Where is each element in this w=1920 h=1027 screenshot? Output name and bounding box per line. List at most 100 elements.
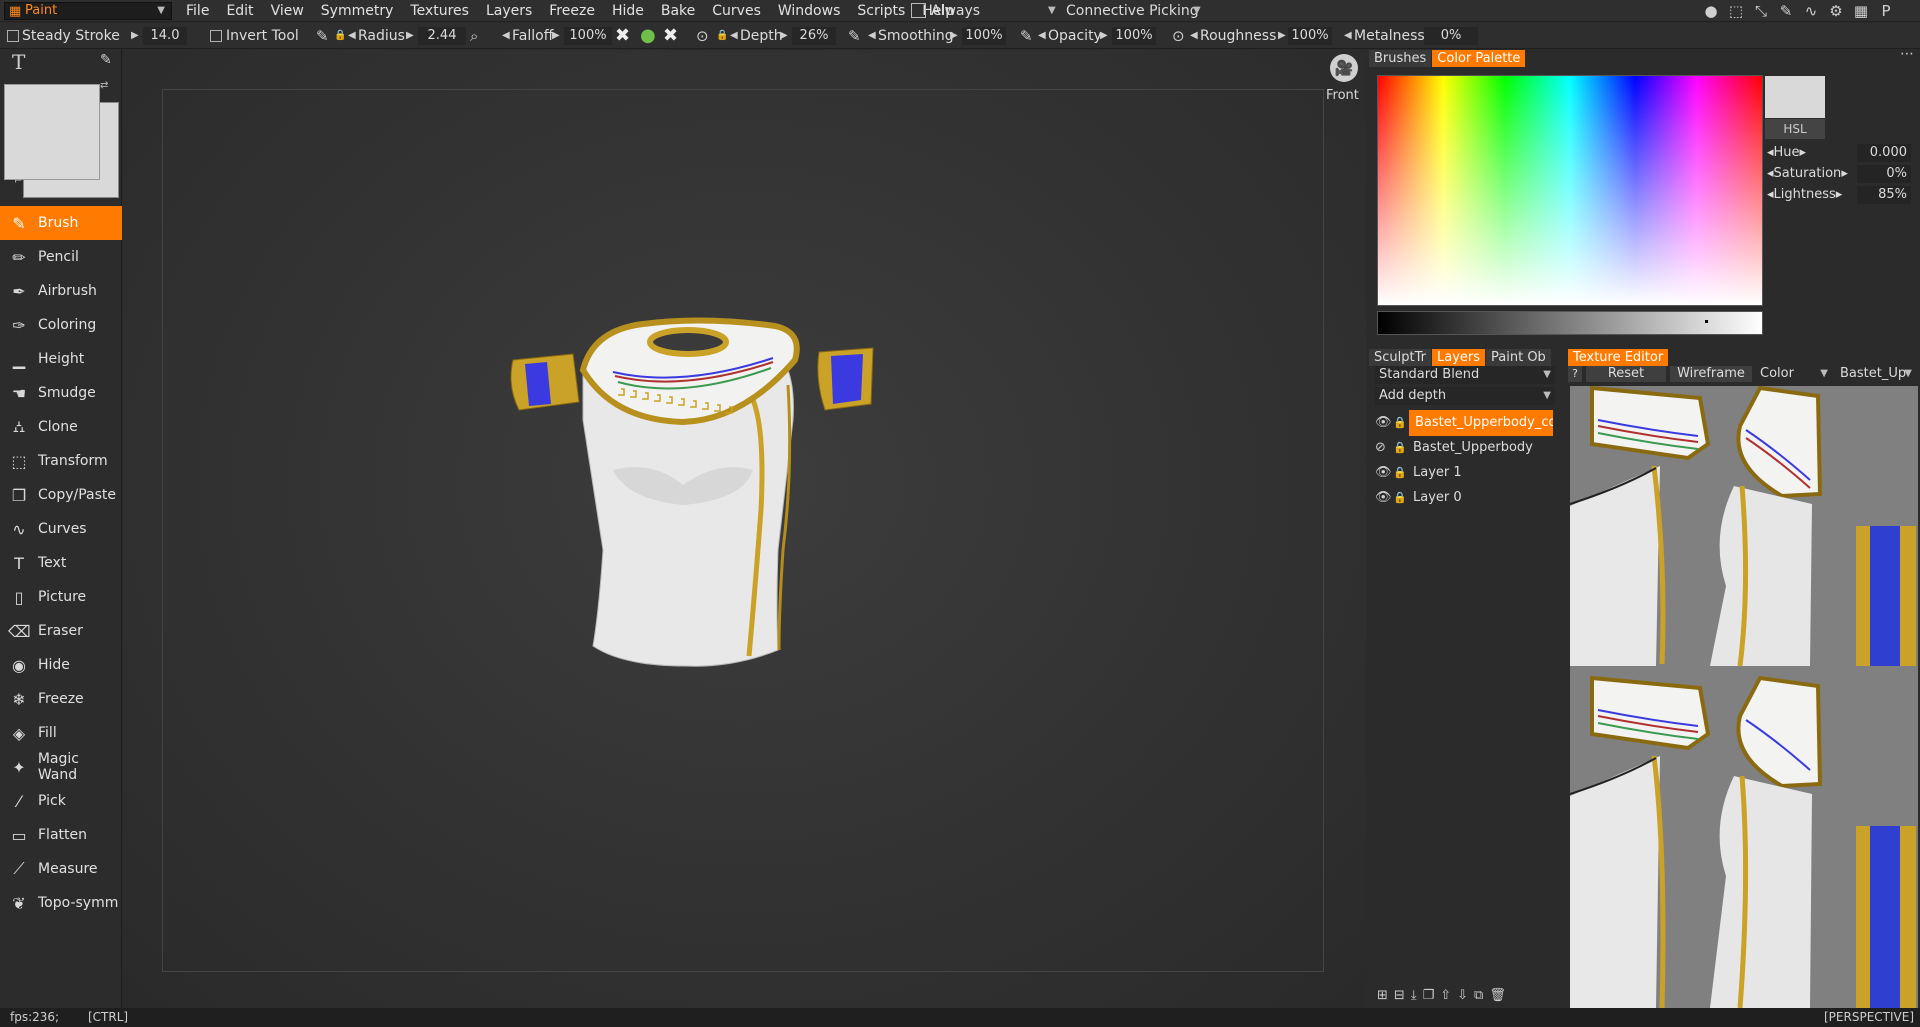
- invert-tool-checkbox[interactable]: [210, 30, 222, 42]
- texture-map-select[interactable]: Bastet_Up ▼: [1836, 366, 1916, 382]
- tab-layers[interactable]: Layers: [1431, 349, 1486, 366]
- arrow-left-icon[interactable]: ◀: [1038, 23, 1046, 49]
- frame-icon[interactable]: ⬚: [1725, 2, 1747, 20]
- tool-pick[interactable]: ⁄ Pick: [0, 784, 122, 818]
- tool-freeze[interactable]: ❄ Freeze: [0, 682, 122, 716]
- brush-tools-icon[interactable]: ✎: [1775, 2, 1797, 20]
- tool-flatten[interactable]: ▭ Flatten: [0, 818, 122, 852]
- merge-visible-icon[interactable]: ⧉: [1474, 988, 1489, 1003]
- hue-value[interactable]: 0.000: [1857, 144, 1911, 162]
- move-up-icon[interactable]: ⇧: [1440, 988, 1457, 1003]
- arrow-left-icon[interactable]: ◀: [1344, 23, 1352, 49]
- menu-windows[interactable]: Windows: [778, 0, 841, 22]
- arrow-left-icon[interactable]: ◀: [348, 23, 356, 49]
- menu-symmetry[interactable]: Symmetry: [321, 0, 394, 22]
- always-label[interactable]: Always: [931, 0, 980, 22]
- color-spectrum[interactable]: [1377, 75, 1763, 306]
- tool-pencil[interactable]: ✏ Pencil: [0, 240, 122, 274]
- menu-file[interactable]: File: [186, 0, 209, 22]
- tool-clone[interactable]: ⛼ Clone: [0, 410, 122, 444]
- tab-color-palette[interactable]: Color Palette: [1432, 50, 1526, 67]
- tool-measure[interactable]: ⟋ Measure: [0, 852, 122, 886]
- eye-icon[interactable]: 👁: [1375, 485, 1392, 511]
- opacity-value[interactable]: 100%: [1112, 27, 1156, 45]
- tab-texture-editor[interactable]: Texture Editor: [1568, 349, 1669, 366]
- arrow-right-icon[interactable]: ▶: [131, 23, 139, 49]
- sphere-icon[interactable]: ●: [1700, 2, 1722, 20]
- tool-height[interactable]: ▁ Height: [0, 342, 122, 376]
- tool-copy-paste[interactable]: ❐ Copy/Paste: [0, 478, 122, 512]
- green-circle-icon[interactable]: ●: [640, 23, 656, 49]
- curves-icon[interactable]: ∿: [1800, 2, 1822, 20]
- mode-select[interactable]: ▦ Paint ▼: [4, 2, 172, 20]
- tool-brush[interactable]: ✎ Brush: [0, 206, 122, 240]
- menu-edit[interactable]: Edit: [226, 0, 253, 22]
- gear-icon[interactable]: ⚙: [1825, 2, 1847, 20]
- arrow-left-icon[interactable]: ◀: [868, 23, 876, 49]
- lock-icon[interactable]: 🔒: [1393, 460, 1407, 486]
- camera-icon[interactable]: 🎥: [1330, 54, 1358, 82]
- close-icon[interactable]: ✖: [663, 23, 678, 49]
- tab-brushes[interactable]: Brushes: [1369, 50, 1432, 67]
- arrow-right-icon[interactable]: ▶: [950, 23, 958, 49]
- menu-view[interactable]: View: [271, 0, 304, 22]
- wireframe-button[interactable]: Wireframe: [1670, 366, 1752, 382]
- help-button[interactable]: ?: [1568, 366, 1582, 382]
- tool-coloring[interactable]: ✑ Coloring: [0, 308, 122, 342]
- tool-picture[interactable]: ▯ Picture: [0, 580, 122, 614]
- text-tool-icon[interactable]: T: [12, 50, 25, 74]
- arrow-left-icon[interactable]: ◀: [730, 23, 738, 49]
- always-checkbox[interactable]: [911, 3, 926, 18]
- menu-bake[interactable]: Bake: [661, 0, 695, 22]
- search-icon[interactable]: ⌕: [470, 23, 478, 49]
- tool-text[interactable]: T Text: [0, 546, 122, 580]
- steady-stroke-checkbox[interactable]: [7, 30, 19, 42]
- add-layer-icon[interactable]: ⊞: [1377, 988, 1394, 1003]
- steady-stroke-value[interactable]: 14.0: [143, 27, 187, 45]
- chevron-down-icon[interactable]: ▼: [1193, 0, 1201, 22]
- menu-layers[interactable]: Layers: [486, 0, 532, 22]
- tool-curves[interactable]: ∿ Curves: [0, 512, 122, 546]
- depth-mode-select[interactable]: Add depth ▼: [1375, 387, 1555, 405]
- arrow-right-icon[interactable]: ▶: [406, 23, 414, 49]
- swap-colors-icon[interactable]: ⇄: [100, 80, 108, 91]
- primary-color-swatch[interactable]: [4, 84, 100, 180]
- layer-row[interactable]: ⊘ 🔒 Bastet_Upperbody: [1373, 435, 1555, 461]
- falloff-value[interactable]: 100%: [564, 27, 612, 45]
- close-icon[interactable]: ✖: [615, 23, 630, 49]
- add-folder-icon[interactable]: ⊟: [1394, 988, 1411, 1003]
- tool-airbrush[interactable]: ✒ Airbrush: [0, 274, 122, 308]
- arrow-right-icon[interactable]: ▶: [552, 23, 560, 49]
- tool-fill[interactable]: ◈ Fill: [0, 716, 122, 750]
- smoothing-value[interactable]: 100%: [962, 27, 1006, 45]
- 3d-viewport[interactable]: 🎥 Front: [123, 50, 1366, 1008]
- eye-icon[interactable]: 👁: [1375, 460, 1392, 486]
- view-name[interactable]: Front: [1326, 88, 1359, 103]
- reset-colors-icon[interactable]: ⌐: [14, 176, 22, 187]
- move-down-icon[interactable]: ⇩: [1457, 988, 1474, 1003]
- arrow-left-icon[interactable]: ◀: [1190, 23, 1198, 49]
- duplicate-icon[interactable]: ❐: [1423, 988, 1441, 1003]
- tab-sculpt-tree[interactable]: SculptTr: [1369, 349, 1431, 366]
- metalness-value[interactable]: 0%: [1424, 27, 1478, 45]
- lightness-value[interactable]: 85%: [1857, 186, 1911, 204]
- eye-off-icon[interactable]: ⊘: [1375, 435, 1386, 461]
- menu-curves[interactable]: Curves: [712, 0, 761, 22]
- layer-row[interactable]: 👁 🔒 Layer 1: [1373, 460, 1555, 486]
- lock-icon[interactable]: 🔒: [1393, 435, 1407, 461]
- tool-transform[interactable]: ⬚ Transform: [0, 444, 122, 478]
- checker-icon[interactable]: ▦: [1850, 2, 1872, 20]
- lock-icon[interactable]: 🔒: [1393, 410, 1407, 436]
- picking-mode-select[interactable]: Connective Picking: [1066, 0, 1199, 22]
- lock-icon[interactable]: 🔒: [716, 23, 728, 49]
- arrow-right-icon[interactable]: ▶: [1100, 23, 1108, 49]
- depth-value[interactable]: 26%: [792, 27, 836, 45]
- menu-freeze[interactable]: Freeze: [549, 0, 595, 22]
- current-color-swatch[interactable]: [1765, 76, 1825, 118]
- tool-topo-symm[interactable]: ❦ Topo-symm: [0, 886, 122, 920]
- texture-editor-view[interactable]: [1570, 386, 1918, 1008]
- tool-magic-wand[interactable]: ✦ Magic Wand: [0, 750, 122, 784]
- layer-row[interactable]: 👁 🔒 Bastet_Upperbody_co: [1373, 410, 1555, 436]
- menu-scripts[interactable]: Scripts: [857, 0, 905, 22]
- chevron-down-icon[interactable]: ▼: [1048, 0, 1056, 22]
